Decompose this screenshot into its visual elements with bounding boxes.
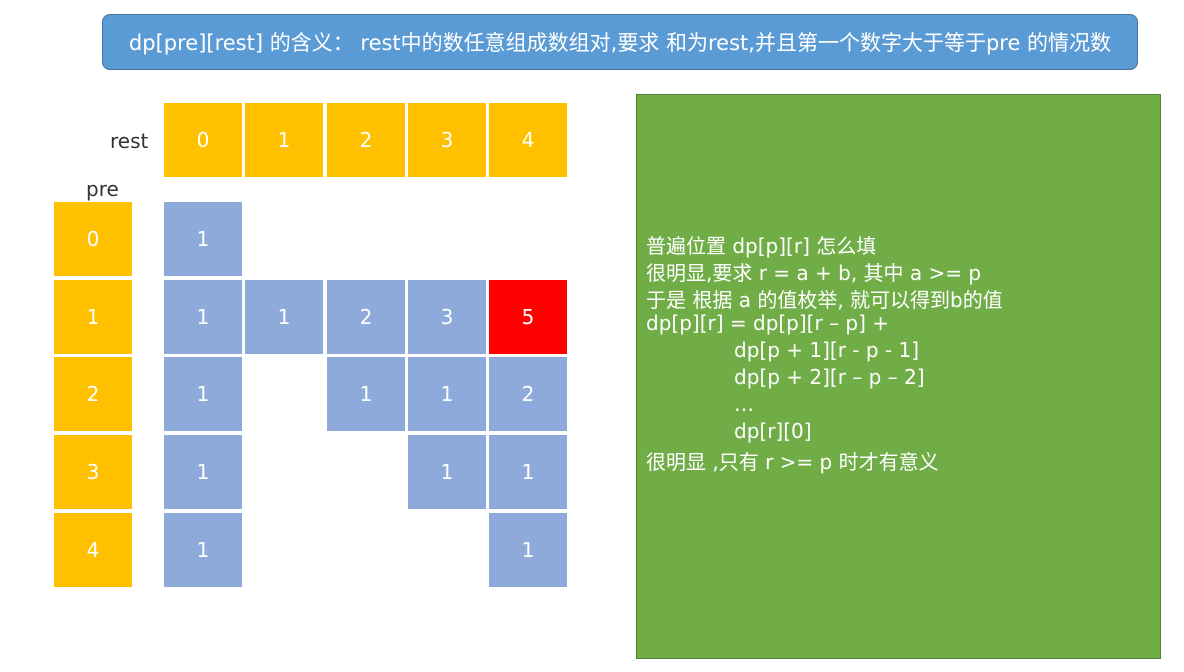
note-line-6: dp[p + 2][r – p – 2] (734, 365, 925, 389)
dp-cell-2-2: 1 (327, 357, 405, 431)
dp-cell-1-4-highlighted: 5 (489, 280, 567, 354)
dp-cell-3-0: 1 (164, 435, 242, 509)
dp-cell-2-4: 2 (489, 357, 567, 431)
dp-cell-1-2: 2 (327, 280, 405, 354)
dp-cell-1-3: 3 (408, 280, 486, 354)
rest-header-2: 2 (327, 103, 405, 177)
note-line-4: dp[p][r] = dp[p][r – p] + (646, 311, 890, 335)
pre-header-0: 0 (54, 202, 132, 276)
note-line-9: 很明显 ,只有 r >= p 时才有意义 (646, 450, 939, 474)
dp-cell-2-0: 1 (164, 357, 242, 431)
title-banner: dp[pre][rest] 的含义： rest中的数任意组成数组对,要求 和为r… (102, 14, 1138, 70)
dp-cell-2-3: 1 (408, 357, 486, 431)
rest-header-1: 1 (245, 103, 323, 177)
rest-header-4: 4 (489, 103, 567, 177)
note-line-3: 于是 根据 a 的值枚举, 就可以得到b的值 (646, 288, 1003, 312)
pre-header-1: 1 (54, 280, 132, 354)
pre-axis-label: pre (86, 177, 119, 201)
dp-cell-4-4: 1 (489, 513, 567, 587)
note-line-2: 很明显,要求 r = a + b, 其中 a >= p (646, 261, 982, 285)
dp-cell-1-1: 1 (245, 280, 323, 354)
pre-header-2: 2 (54, 357, 132, 431)
note-line-7: … (734, 392, 754, 416)
note-line-1: 普遍位置 dp[p][r] 怎么填 (646, 234, 877, 258)
rest-header-3: 3 (408, 103, 486, 177)
dp-cell-1-0: 1 (164, 280, 242, 354)
rest-axis-label: rest (110, 129, 149, 153)
dp-cell-3-3: 1 (408, 435, 486, 509)
dp-cell-0-0: 1 (164, 202, 242, 276)
pre-header-3: 3 (54, 435, 132, 509)
dp-cell-4-0: 1 (164, 513, 242, 587)
note-line-5: dp[p + 1][r - p - 1] (734, 338, 919, 362)
dp-cell-3-4: 1 (489, 435, 567, 509)
rest-header-0: 0 (164, 103, 242, 177)
pre-header-4: 4 (54, 513, 132, 587)
note-line-8: dp[r][0] (734, 419, 812, 443)
